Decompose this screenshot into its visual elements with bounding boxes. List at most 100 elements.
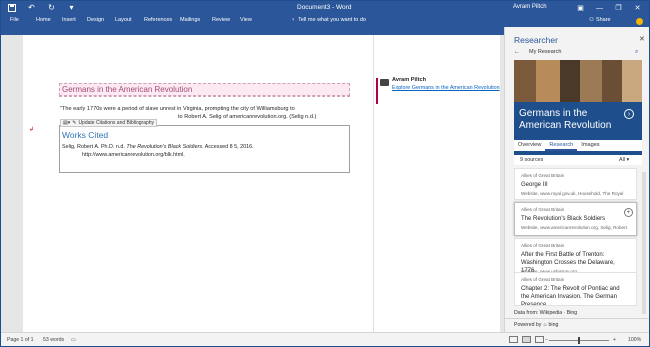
topic-images [514,60,642,102]
tab-home[interactable]: Home [36,17,51,23]
comment-indicator-bar [376,78,378,104]
tab-insert[interactable]: Insert [62,17,76,23]
document-page[interactable]: Germans in the American Revolution "The … [23,35,500,332]
source-category: Allies of Great Britain [521,277,565,282]
zoom-in-icon[interactable]: + [613,337,616,343]
topic-tabs: Overview Research Images [514,140,642,151]
web-layout-icon[interactable] [535,336,544,343]
powered-by: Powered by ⌂ bing [514,322,558,328]
share-label: Share [595,17,611,23]
search-icon[interactable]: ⌕ [635,49,638,56]
tab-images[interactable]: Images [577,140,603,151]
footer-divider [505,318,649,319]
window-controls: ▣ — ❐ ✕ [571,1,647,15]
comment-explore-link[interactable]: Explore Germans in the American Revoluti… [392,85,500,91]
read-mode-icon[interactable] [509,336,518,343]
document-heading[interactable]: Germans in the American Revolution [59,83,350,96]
user-name[interactable]: Avram Piltch [513,4,547,10]
source-title: The Revolution's Black Soldiers [521,216,606,222]
citation-author: Selig, Robert A. Ph.D. n.d. [62,144,127,150]
feedback-smiley-icon[interactable] [636,18,643,25]
back-arrow-icon[interactable]: ← [514,49,520,55]
pane-close-icon[interactable]: ✕ [639,35,645,43]
source-meta: Website, www.royal.gov.uk, Household, Th… [521,191,624,196]
tab-research[interactable]: Research [545,140,578,151]
tab-layout[interactable]: Layout [115,17,132,23]
zoom-level[interactable]: 100% [628,337,641,343]
tab-mailings[interactable]: Mailings [180,17,200,23]
tab-references[interactable]: References [144,17,172,23]
proofing-icon[interactable]: ▭ [71,337,76,343]
zoom-slider-thumb[interactable] [578,337,580,344]
quick-access-toolbar: ↶ ↻ ▾ [7,3,76,12]
ribbon-display-options-icon[interactable]: ▣ [571,1,590,15]
sources-header: 9 sources All ▾ [514,155,642,165]
lightbulb-icon: ♀ [291,17,296,23]
zoom-out-icon[interactable]: − [545,337,548,343]
researcher-title: Researcher [514,35,558,45]
bing-label: bing [548,322,559,328]
source-category: Allies of Great Britain [521,207,565,212]
comment-icon[interactable] [380,79,389,86]
citation-title: The Revolution's Black Soldiers [126,144,203,150]
data-source-text: Data from: Wikipedia · Bing [514,310,578,316]
print-layout-icon[interactable] [522,336,531,343]
portrait-image [622,60,642,102]
powered-by-label: Powered by [514,322,542,328]
source-card[interactable]: Allies of Great Britain The Revolution's… [514,202,637,236]
comment-author: Avram Piltch [392,77,426,83]
researcher-nav: ← My Research [514,49,561,55]
tell-me-text: Tell me what you want to do [298,17,366,23]
topic-card[interactable]: Germans in the American Revolution › Ove… [514,60,642,164]
heading-dashed-line [59,96,350,97]
paragraph-marker-icon: ↲ [29,127,35,133]
document-title: Document3 - Word [297,4,352,11]
bibliography-content-control[interactable]: ▤▾ ✎ Update Citations and Bibliography W… [59,119,350,173]
citation-url: http://www.americanrevolution.org/blk.ht… [82,152,185,158]
add-source-icon[interactable]: + [624,208,633,217]
word-count[interactable]: 53 words [43,337,64,343]
page-count[interactable]: Page 1 of 1 [7,337,34,343]
bibliography-icon: ▤▾ [63,120,71,126]
close-icon[interactable]: ✕ [628,1,647,15]
citation-toolbar[interactable]: ▤▾ ✎ Update Citations and Bibliography [60,119,158,127]
open-topic-icon[interactable]: › [624,109,634,119]
portrait-image [536,60,560,102]
pane-scrollbar[interactable] [642,172,646,314]
tab-review[interactable]: Review [212,17,230,23]
customize-qat-icon[interactable]: ▾ [67,3,76,12]
portrait-image [560,60,580,102]
source-card[interactable]: Allies of Great Britain Chapter 2: The R… [514,272,637,306]
sources-count: 9 sources [520,157,544,163]
portrait-image [602,60,622,102]
redo-icon[interactable]: ↻ [47,3,56,12]
source-card[interactable]: Allies of Great Britain George III Websi… [514,168,637,200]
undo-icon[interactable]: ↶ [27,3,36,12]
document-area: Germans in the American Revolution "The … [1,35,504,332]
tab-design[interactable]: Design [87,17,104,23]
minimize-icon[interactable]: — [590,1,609,15]
tell-me-box[interactable]: ♀ Tell me what you want to do [291,17,366,23]
source-title: George III [521,182,548,188]
citation-entry[interactable]: Selig, Robert A. Ph.D. n.d. The Revoluti… [62,143,347,159]
my-research-link[interactable]: My Research [529,49,561,55]
bing-logo-icon: ⌂ [543,322,547,328]
filter-value: All [619,157,625,163]
save-icon[interactable] [7,3,16,12]
portrait-image [580,60,602,102]
paragraph-text: "The early 1770s were a period of slave … [60,106,295,112]
researcher-pane: Researcher ✕ ← My Research ⌕ Germans in … [504,27,649,332]
sources-filter-dropdown[interactable]: All ▾ [619,157,629,163]
citation-accessed: . Accessed 8 5, 2016. [202,144,254,150]
maximize-icon[interactable]: ❐ [609,1,628,15]
source-meta: Website, www.americanrevolution.org, Sel… [521,225,627,230]
tab-overview[interactable]: Overview [514,140,545,151]
comment-margin-divider [373,35,374,332]
tab-view[interactable]: View [240,17,252,23]
update-citations-icon: ✎ [72,120,77,126]
tab-file[interactable]: File [10,17,19,23]
title-bar: ↶ ↻ ▾ Document3 - Word Avram Piltch ▣ — … [1,1,649,15]
works-cited-heading[interactable]: Works Cited [62,130,108,140]
source-title: Chapter 2: The Revolt of Pontiac and the… [521,286,620,306]
share-button[interactable]: ⚇ Share [589,17,611,23]
